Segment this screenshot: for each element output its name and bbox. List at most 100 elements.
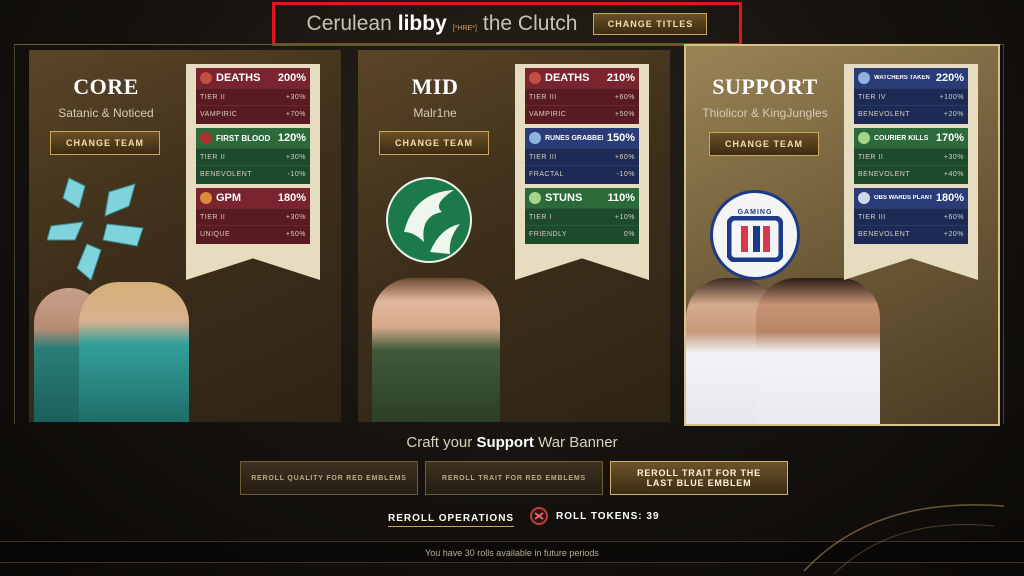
player-photo [79,282,189,422]
skull-icon [529,72,541,84]
emblem-pct: 220% [935,72,964,84]
change-team-button[interactable]: CHANGE TEAM [379,131,489,155]
emblem-name: GPM [216,192,242,204]
reroll-trait-red-button[interactable]: REROLL TRAIT FOR RED EMBLEMS [425,461,603,495]
emblem-trait-value: +50% [285,230,306,238]
player-photo [372,278,500,422]
emblem-trait-value: +60% [614,153,635,161]
decorative-swirl-icon [803,504,1005,575]
emblem-trait: BENEVOLENT [858,170,911,178]
emblem-name: COURIER KILLS [874,134,929,142]
emblem-name: WATCHERS TAKEN [874,74,930,81]
emblem-trait-value: +20% [943,230,964,238]
change-titles-button[interactable]: CHANGE TITLES [593,13,708,35]
emblem-trait: TIER II [200,153,226,161]
role-title: CORE [73,74,139,99]
eye-icon [858,192,870,204]
emblem-pct: 180% [935,192,964,204]
emblem-trait-value: +60% [614,93,635,101]
emblem-name: DEATHS [545,72,590,84]
roll-token-icon [530,507,548,525]
courier-icon [858,132,870,144]
emblem-trait-value: +20% [943,110,964,118]
skull-icon [200,72,212,84]
emblem-runes-grabbed[interactable]: RUNES GRABBED 150% TIER III +60% FRACTAL -1… [525,128,639,184]
players-label: Thiolicor & KingJungles [702,106,828,120]
emblem-name: FIRST BLOOD [216,133,271,143]
change-team-button[interactable]: CHANGE TEAM [709,132,819,156]
emblem-deaths[interactable]: DEATHS 210% TIER III +60% VAMPIRIC +50% [525,68,639,124]
emblem-pct: 180% [277,192,306,204]
emblem-name: OBS WARDS PLANTED [874,194,932,201]
emblem-pct: 210% [606,72,635,84]
emblem-pct: 200% [277,72,306,84]
emblem-pct: 150% [606,132,635,144]
emblem-trait-value: +30% [285,93,306,101]
emblem-trait: BENEVOLENT [858,110,911,118]
emblem-trait-value: +30% [285,213,306,221]
players-label: Satanic & Noticed [58,106,154,120]
coin-icon [200,192,212,204]
emblem-name: DEATHS [216,72,261,84]
emblem-pct: 120% [277,132,306,144]
craft-role: Support [476,434,534,451]
emblem-trait-value: +40% [943,170,964,178]
stun-icon [529,192,541,204]
emblem-trait: TIER IV [858,93,887,101]
emblem-trait: UNIQUE [200,230,231,238]
logo-text: GAMING [737,208,773,216]
rune-icon [529,132,541,144]
reroll-quality-red-button[interactable]: REROLL QUALITY FOR RED EMBLEMS [240,461,418,495]
core-banner: DEATHS 200% TIER II +30% VAMPIRIC +70% FIRS… [186,64,320,280]
emblem-trait-value: +70% [285,110,306,118]
emblem-trait: TIER III [529,153,557,161]
emblem-trait: BENEVOLENT [858,230,911,238]
title-prefix: Cerulean [306,12,392,35]
emblem-courier-kills[interactable]: COURIER KILLS 170% TIER II +30% BENEVOLENT… [854,128,968,184]
emblem-trait-value: +30% [943,153,964,161]
emblem-trait-value: +30% [285,153,306,161]
emblem-pct: 170% [935,132,964,144]
blood-drop-icon [200,132,212,144]
player-photo [756,278,880,424]
emblem-trait: TIER II [858,153,884,161]
watcher-icon [858,72,870,84]
emblem-trait-value: 0% [623,230,635,238]
emblem-stuns[interactable]: STUNS 110% TIER I +10% FRIENDLY 0% [525,188,639,244]
player-title-bar: Cerulean libby [*HRE*] the Clutch CHANGE… [272,2,742,46]
support-banner: WATCHERS TAKEN 220% TIER IV +100% BENEVOLE… [844,64,978,280]
roll-tokens-label: ROLL TOKENS: 39 [556,510,660,522]
emblem-pct: 110% [607,192,635,204]
emblem-trait: TIER III [529,93,557,101]
title-suffix: the Clutch [482,12,578,35]
team-logo-icon: GAMING [710,190,800,280]
players-label: Malr1ne [413,106,457,120]
emblem-trait-value: +100% [939,93,964,101]
reroll-operations-tab[interactable]: REROLL OPERATIONS [388,513,515,527]
emblem-obs-wards-planted[interactable]: OBS WARDS PLANTED180% TIER III +60% BENEV… [854,188,968,244]
change-team-button[interactable]: CHANGE TEAM [50,131,160,155]
emblem-trait: TIER I [529,213,552,221]
emblem-trait-value: +10% [614,213,635,221]
player-title: Cerulean libby [*HRE*] the Clutch [307,12,578,36]
role-title: MID [411,74,459,99]
team-tag: [*HRE*] [452,25,477,32]
emblem-first-blood[interactable]: FIRST BLOOD 120% TIER II +30% BENEVOLENT -1… [196,128,310,184]
emblem-deaths[interactable]: DEATHS 200% TIER II +30% VAMPIRIC +70% [196,68,310,124]
reroll-trait-last-blue-button[interactable]: REROLL TRAIT FOR THE LAST BLUE EMBLEM [610,461,788,495]
emblem-trait: FRACTAL [529,170,564,178]
emblem-watchers-taken[interactable]: WATCHERS TAKEN 220% TIER IV +100% BENEVOLE… [854,68,968,124]
emblem-trait-value: +50% [614,110,635,118]
emblem-gpm[interactable]: GPM 180% TIER II +30% UNIQUE +50% [196,188,310,244]
emblem-trait-value: +60% [943,213,964,221]
team-logo-icon [47,177,144,281]
roll-tokens: ROLL TOKENS: 39 [530,506,660,526]
emblem-trait: TIER III [858,213,886,221]
craft-title: Craft your Support War Banner [0,434,1024,451]
emblem-trait: VAMPIRIC [529,110,567,118]
emblem-name: RUNES GRABBED [545,134,603,142]
player-name: libby [397,12,447,35]
emblem-trait: TIER II [200,93,226,101]
emblem-name: STUNS [545,192,583,204]
mid-banner: DEATHS 210% TIER III +60% VAMPIRIC +50% RUN… [515,64,649,280]
